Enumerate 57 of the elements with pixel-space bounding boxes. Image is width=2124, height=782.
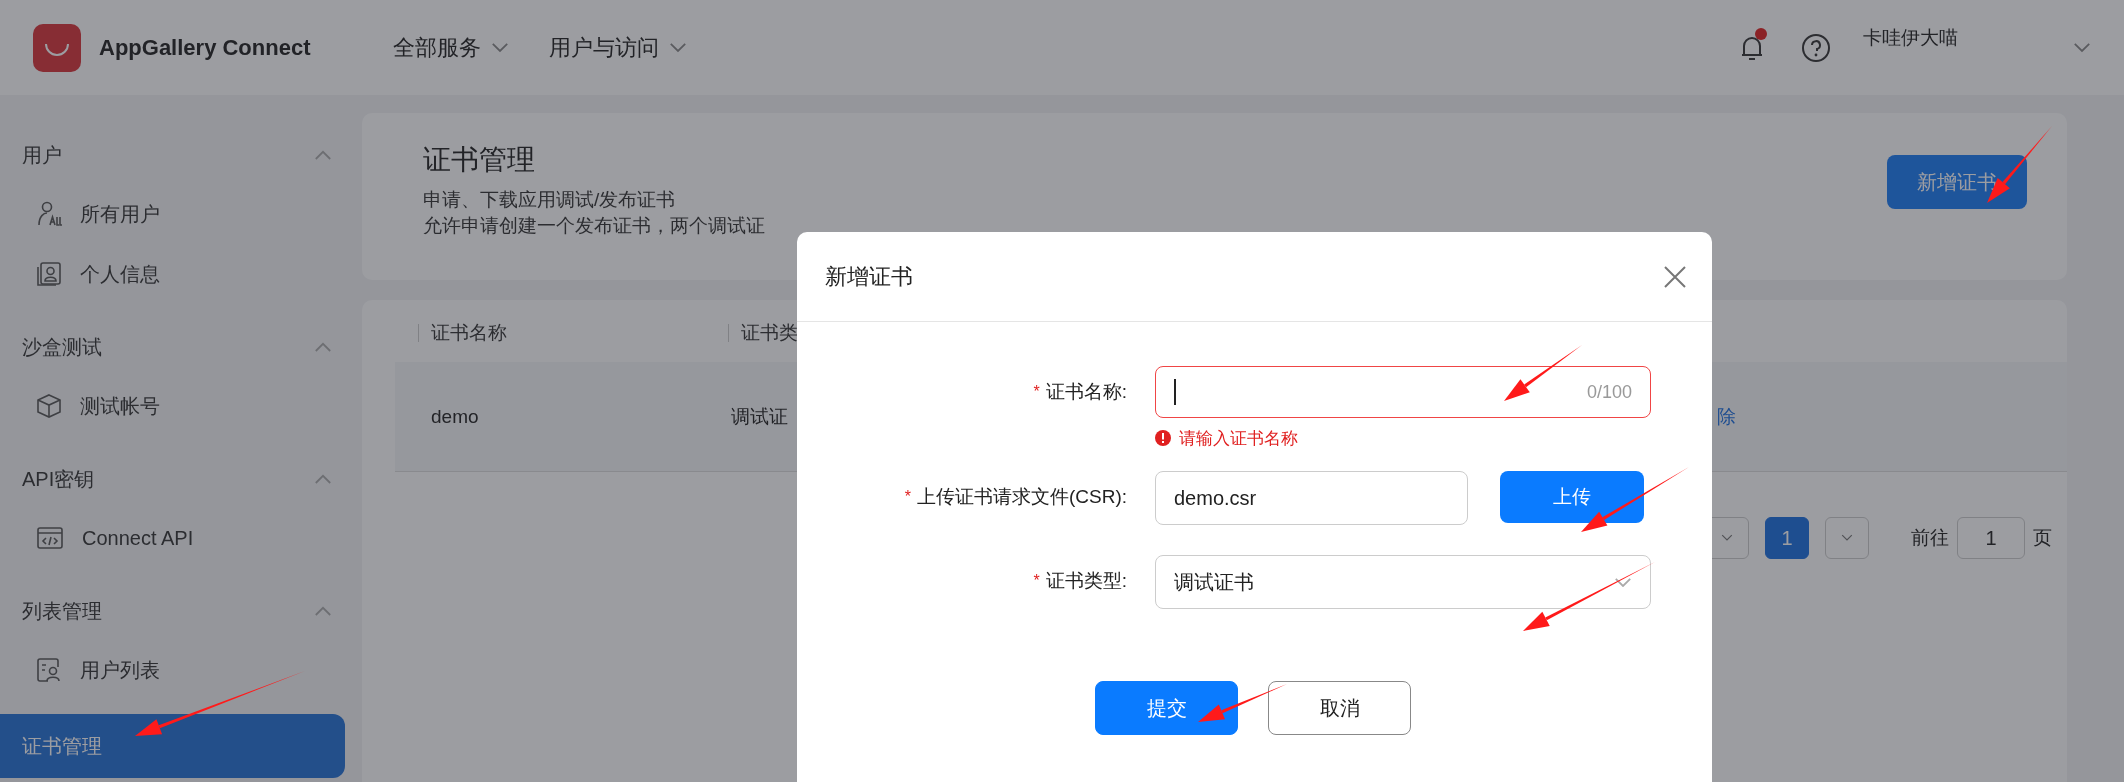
sidebar-group-title: 沙盒测试 <box>22 334 102 360</box>
sidebar-item[interactable]: 个人信息 <box>0 244 345 304</box>
error-icon <box>1155 430 1171 446</box>
app-logo <box>33 23 81 72</box>
page-subtitle: 申请、下载应用调试/发布证书 <box>423 188 677 212</box>
text-cursor <box>1174 379 1176 405</box>
collapse-icon <box>314 341 332 353</box>
table-cell-text: 调试证 <box>730 404 789 429</box>
collapse-icon <box>314 605 332 617</box>
page-title: 证书管理 <box>423 143 536 177</box>
upload-button[interactable]: 上传 <box>1500 471 1644 523</box>
collapse-icon <box>314 149 332 161</box>
required-mark: * <box>1033 571 1040 591</box>
field-label: 证书类型: <box>1045 569 1128 593</box>
table-cell-text: demo <box>430 405 480 428</box>
file-input[interactable]: demo.csr <box>1155 471 1468 525</box>
sidebar-group-title: 用户 <box>22 142 62 168</box>
nav-menu[interactable]: 用户与访问 <box>549 32 687 63</box>
dropdown-caret-icon <box>1614 576 1632 588</box>
cancel-button[interactable]: 取消 <box>1268 681 1411 735</box>
page-button[interactable]: 1 <box>1765 517 1809 559</box>
page-suffix: 页 <box>2033 526 2052 550</box>
cube-icon <box>36 393 62 419</box>
collapse-icon <box>314 473 332 485</box>
page-input[interactable]: 1 <box>1957 517 2025 559</box>
help-icon[interactable] <box>1801 32 1831 63</box>
page-note: 允许申请创建一个发布证书，两个调试证 <box>423 214 765 238</box>
app-name: AppGallery Connect <box>99 34 312 61</box>
sidebar-group-title: API密钥 <box>22 466 95 492</box>
caret-icon <box>491 42 509 53</box>
sidebar-item[interactable]: 所有用户 <box>0 184 345 244</box>
column-header: 证书名称 <box>418 324 728 342</box>
close-icon[interactable] <box>1662 263 1688 290</box>
dialog-title: 新增证书 <box>825 262 913 291</box>
required-mark: * <box>1033 382 1040 402</box>
user-all-icon <box>36 201 62 227</box>
nav-menu[interactable]: 全部服务 <box>393 32 509 63</box>
user-list-icon <box>36 657 62 683</box>
revoke-link[interactable]: 除 <box>1717 403 1736 430</box>
sidebar-item[interactable]: 证书管理 <box>0 714 345 778</box>
field-label: 上传证书请求文件(CSR): <box>916 485 1128 509</box>
caret-icon <box>2073 42 2091 53</box>
contact-card-icon <box>36 261 62 287</box>
required-mark: * <box>904 487 911 507</box>
code-window-icon <box>36 525 64 551</box>
sidebar-group-title: 列表管理 <box>22 598 102 624</box>
goto-label: 前往 <box>1911 526 1949 550</box>
sidebar-item[interactable]: 测试帐号 <box>0 376 345 436</box>
user-name[interactable]: 卡哇伊大喵 <box>1863 24 2073 51</box>
char-counter: 0/100 <box>1586 381 1632 403</box>
error-message: 请输入证书名称 <box>1179 427 1298 450</box>
field-label: 证书名称: <box>1045 380 1128 404</box>
name-input[interactable]: 0/100 <box>1155 366 1651 418</box>
caret-icon <box>669 42 687 53</box>
type-select[interactable]: 调试证书 <box>1155 555 1651 609</box>
sidebar-item[interactable]: Connect API <box>0 508 345 568</box>
submit-button[interactable]: 提交 <box>1095 681 1238 735</box>
